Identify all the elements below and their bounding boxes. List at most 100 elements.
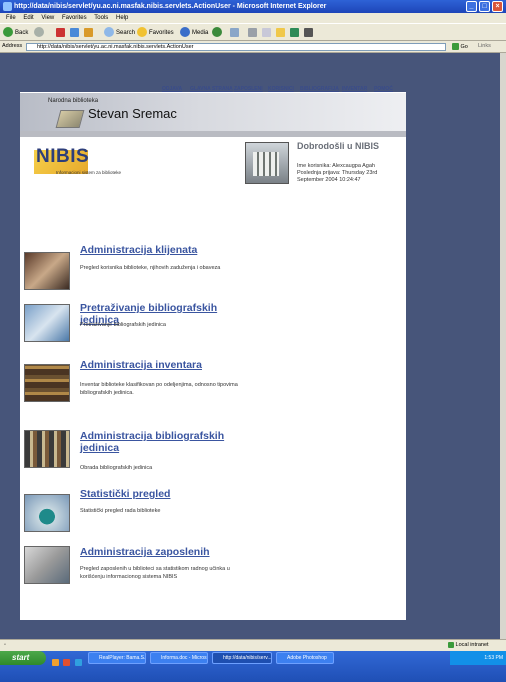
taskbar: start RealPlayer: Bama.S... Informa.doc … — [0, 651, 506, 682]
library-name: Stevan Sremac — [88, 106, 177, 121]
nav-glavna-strana[interactable]: GLAVNA STRANA — [190, 86, 233, 92]
close-button[interactable]: × — [492, 1, 503, 12]
folder-button[interactable] — [276, 27, 285, 39]
nibis-subtitle: Informacioni sistem za biblioteke — [56, 170, 122, 175]
clients-thumbnail[interactable] — [24, 252, 70, 290]
header-divider — [20, 131, 406, 137]
go-arrow-icon — [452, 43, 459, 50]
mail-button[interactable] — [230, 27, 239, 39]
address-input[interactable]: http://data/nibis/servlet/yu.ac.ni.masfa… — [26, 43, 446, 51]
start-button[interactable]: start — [0, 651, 46, 665]
forward-button[interactable] — [34, 27, 46, 39]
messenger-button[interactable] — [290, 27, 299, 39]
statistics-thumbnail[interactable] — [24, 494, 70, 532]
welcome-title: Dobrodošli u NIBIS — [297, 141, 379, 151]
search-thumbnail[interactable] — [24, 304, 70, 342]
bibliography-thumbnail[interactable] — [24, 430, 70, 468]
refresh-icon — [70, 27, 79, 37]
nav-pomoc[interactable]: POMOĆ — [374, 86, 393, 92]
menu-favorites[interactable]: Favorites — [62, 15, 87, 21]
vertical-scrollbar[interactable] — [500, 53, 506, 639]
menu-file[interactable]: File — [6, 15, 16, 21]
star-icon — [137, 27, 147, 38]
folder-icon — [276, 27, 285, 37]
stop-icon — [56, 27, 65, 37]
task-photoshop[interactable]: Adobe Photoshop — [276, 652, 334, 664]
zone-indicator: Local intranet — [448, 640, 489, 651]
refresh-button[interactable] — [70, 27, 79, 39]
ie-icon — [3, 2, 12, 11]
maximize-button[interactable]: □ — [479, 1, 490, 12]
menu-bar: File Edit View Favorites Tools Help — [0, 13, 506, 23]
module-employees-desc: Pregled zaposlenih u biblioteci sa stati… — [80, 566, 230, 580]
quick-launch — [52, 654, 82, 672]
library-label: Narodna biblioteka — [48, 98, 99, 104]
task-internet-explorer[interactable]: http://data/nibis/serv... — [212, 652, 272, 664]
print-icon — [248, 27, 257, 37]
nav-bibliografija[interactable]: BIBLIOGRAFIJA — [300, 86, 339, 92]
top-navigation: ODJAVA GLAVNA STRANA ZAPOSLENI KORISNICI… — [20, 86, 406, 93]
welcome-info: Ime korisnika: Alexcaugpa Agah Poslednja… — [297, 163, 405, 184]
forward-arrow-icon — [34, 27, 44, 38]
media-icon — [180, 27, 190, 38]
module-clients-desc: Pregled korisnika biblioteke, njihovih z… — [80, 265, 221, 271]
links-button[interactable]: Links — [478, 43, 491, 49]
module-clients-link[interactable]: Administracija klijenata — [80, 244, 240, 256]
menu-tools[interactable]: Tools — [94, 15, 108, 21]
module-statistics-link[interactable]: Statistički pregled — [80, 488, 240, 500]
quicklaunch-player-icon[interactable] — [63, 659, 71, 667]
edit-button[interactable] — [262, 27, 271, 39]
favorites-button[interactable]: Favorites — [137, 27, 174, 39]
messenger-icon — [290, 27, 299, 37]
employees-thumbnail[interactable] — [24, 546, 70, 584]
print-button[interactable] — [248, 27, 257, 39]
module-search-desc: Pretraživanje bibliografskih jedinica — [80, 322, 166, 328]
stop-button[interactable] — [56, 27, 65, 39]
research-button[interactable] — [304, 27, 313, 39]
menu-help[interactable]: Help — [116, 15, 128, 21]
system-tray: 1:53 PM — [450, 651, 506, 665]
home-icon — [84, 27, 93, 37]
last-login-line: Poslednja prijava: Thursday 23rd Septemb… — [297, 170, 378, 183]
nav-zaposleni[interactable]: ZAPOSLENI — [234, 86, 263, 92]
inventory-thumbnail[interactable] — [24, 364, 70, 402]
go-button[interactable]: Go — [452, 43, 468, 50]
building-facade — [253, 152, 279, 176]
edit-icon — [262, 27, 271, 37]
quicklaunch-ie-icon[interactable] — [52, 659, 59, 667]
module-bibliography-desc: Obrada bibliografskih jedinica — [80, 465, 153, 471]
menu-edit[interactable]: Edit — [23, 15, 33, 21]
minimize-button[interactable]: _ — [466, 1, 477, 12]
book-icon — [55, 110, 85, 128]
address-bar: Address http://data/nibis/servlet/yu.ac.… — [0, 41, 506, 53]
window-title: http://data/nibis/servlet/yu.ac.ni.masfa… — [14, 3, 327, 10]
clock: 1:53 PM — [484, 655, 503, 661]
home-button[interactable] — [84, 27, 93, 39]
nibis-logo: NIBIS — [36, 146, 90, 167]
menu-view[interactable]: View — [41, 15, 54, 21]
nav-inventar[interactable]: INVENTAR — [342, 86, 367, 92]
quicklaunch-desktop-icon[interactable] — [74, 659, 82, 667]
search-icon — [104, 27, 114, 38]
task-realplayer[interactable]: RealPlayer: Bama.S... — [88, 652, 146, 664]
research-icon — [304, 27, 313, 37]
task-word[interactable]: Informa.doc - Micros... — [150, 652, 208, 664]
history-icon — [212, 27, 222, 38]
module-inventory-link[interactable]: Administracija inventara — [80, 359, 240, 371]
module-employees-link[interactable]: Administracija zaposlenih — [80, 546, 240, 558]
address-label: Address — [2, 43, 23, 49]
status-bar: ◦ Local intranet — [0, 639, 506, 651]
toolbar: Back Search Favorites Media — [0, 23, 506, 41]
nav-korisnici[interactable]: KORISNICI — [268, 86, 294, 92]
search-button[interactable]: Search — [104, 27, 135, 39]
intranet-icon — [448, 641, 454, 648]
page-done-icon: ◦ — [4, 642, 6, 648]
mail-icon — [230, 27, 239, 37]
user-name-line: Ime korisnika: Alexcaugpa Agah — [297, 163, 375, 169]
back-button[interactable]: Back — [3, 27, 28, 39]
nav-odjava[interactable]: ODJAVA — [162, 86, 182, 92]
media-button[interactable]: Media — [180, 27, 208, 39]
history-button[interactable] — [212, 27, 224, 39]
window-titlebar: http://data/nibis/servlet/yu.ac.ni.masfa… — [0, 0, 506, 13]
module-bibliography-link[interactable]: Administracija bibliografskih jedinica — [80, 430, 240, 454]
